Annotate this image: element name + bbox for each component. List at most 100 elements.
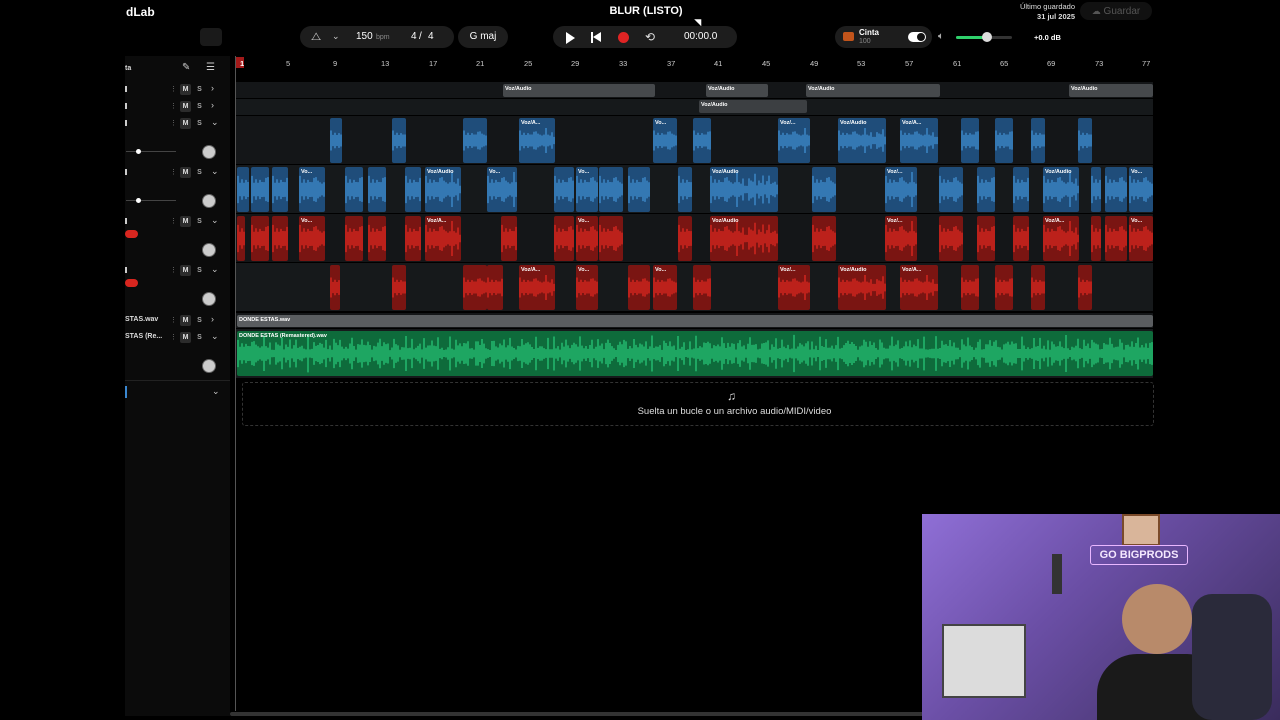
- audio-clip[interactable]: [939, 167, 963, 212]
- track-volume-knob[interactable]: [136, 198, 141, 203]
- audio-clip[interactable]: Voz/A...: [900, 118, 938, 163]
- volume-knob[interactable]: [981, 32, 992, 42]
- audio-clip[interactable]: [554, 216, 574, 261]
- mute-button[interactable]: M: [180, 118, 191, 129]
- mute-button[interactable]: M: [180, 265, 191, 276]
- track-menu-icon[interactable]: ⋮: [170, 102, 177, 110]
- audio-clip[interactable]: [977, 216, 995, 261]
- speaker-icon[interactable]: 🔈︎: [938, 31, 944, 42]
- audio-clip[interactable]: Voz/...: [778, 118, 810, 163]
- mute-button[interactable]: M: [180, 84, 191, 95]
- track-menu-icon[interactable]: ⋮: [170, 316, 177, 324]
- track-menu-icon[interactable]: ⋮: [170, 168, 177, 176]
- add-track-chevron-icon[interactable]: ⌄: [212, 386, 220, 397]
- mute-button[interactable]: M: [180, 101, 191, 112]
- sliders-icon[interactable]: ☰: [206, 62, 215, 73]
- audio-clip[interactable]: [487, 265, 503, 310]
- audio-clip[interactable]: [1078, 118, 1092, 163]
- audio-clip[interactable]: [251, 216, 269, 261]
- audio-clip[interactable]: Vo...: [576, 265, 598, 310]
- audio-clip[interactable]: Vo...: [653, 118, 677, 163]
- audio-clip[interactable]: Vo...: [1129, 216, 1153, 261]
- audio-clip[interactable]: [392, 265, 406, 310]
- track-lane[interactable]: [235, 82, 1153, 98]
- track-expand-chevron-icon[interactable]: ›: [211, 83, 214, 93]
- audio-clip[interactable]: Voz/Audio: [710, 167, 778, 212]
- audio-clip[interactable]: [237, 216, 245, 261]
- audio-clip[interactable]: Vo...: [576, 216, 598, 261]
- audio-clip[interactable]: Voz/...: [885, 167, 917, 212]
- audio-clip[interactable]: Voz/Audio: [706, 84, 768, 97]
- drop-zone[interactable]: [242, 382, 1154, 426]
- audio-clip[interactable]: Voz/Audio: [838, 118, 886, 163]
- menu-toggle-button[interactable]: [200, 28, 222, 46]
- audio-clip[interactable]: [599, 216, 623, 261]
- pan-knob[interactable]: [202, 194, 216, 208]
- audio-clip[interactable]: Vo...: [299, 216, 325, 261]
- audio-clip[interactable]: [1105, 216, 1127, 261]
- track-expand-chevron-icon[interactable]: ›: [211, 100, 214, 110]
- audio-clip[interactable]: [961, 265, 979, 310]
- track-expand-chevron-icon[interactable]: ⌄: [211, 215, 219, 226]
- audio-clip[interactable]: Voz/A...: [900, 265, 938, 310]
- audio-clip[interactable]: Voz/Audio: [503, 84, 655, 97]
- audio-clip[interactable]: [693, 265, 711, 310]
- track-expand-chevron-icon[interactable]: ⌄: [211, 166, 219, 177]
- audio-clip[interactable]: DONDE ESTAS (Remastered).wav: [237, 331, 1153, 376]
- audio-clip[interactable]: [345, 216, 363, 261]
- audio-clip[interactable]: [812, 216, 836, 261]
- audio-clip[interactable]: [392, 118, 406, 163]
- track-lane[interactable]: [235, 99, 1153, 115]
- project-title[interactable]: BLUR (LISTO): [560, 5, 732, 17]
- audio-clip[interactable]: Vo...: [1129, 167, 1153, 212]
- audio-clip[interactable]: [272, 167, 288, 212]
- track-expand-chevron-icon[interactable]: ⌄: [211, 264, 219, 275]
- pan-knob[interactable]: [202, 243, 216, 257]
- audio-clip[interactable]: Voz/Audio: [1069, 84, 1153, 97]
- track-expand-chevron-icon[interactable]: ⌄: [211, 117, 219, 128]
- audio-clip[interactable]: [1031, 265, 1045, 310]
- audio-clip[interactable]: Voz/...: [885, 216, 917, 261]
- timeline-ruler[interactable]: [235, 56, 1153, 70]
- play-icon[interactable]: [566, 32, 575, 44]
- pan-knob[interactable]: [202, 292, 216, 306]
- audio-clip[interactable]: Voz/...: [778, 265, 810, 310]
- track-menu-icon[interactable]: ⋮: [170, 85, 177, 93]
- audio-clip[interactable]: [693, 118, 711, 163]
- track-menu-icon[interactable]: ⋮: [170, 266, 177, 274]
- audio-clip[interactable]: [1078, 265, 1092, 310]
- pan-knob[interactable]: [202, 145, 216, 159]
- playhead[interactable]: [235, 56, 236, 711]
- audio-clip[interactable]: [977, 167, 995, 212]
- audio-clip[interactable]: [1013, 216, 1029, 261]
- record-icon[interactable]: [618, 32, 629, 43]
- pan-knob[interactable]: [202, 359, 216, 373]
- audio-clip[interactable]: [237, 167, 249, 212]
- audio-clip[interactable]: [251, 167, 269, 212]
- solo-button[interactable]: S: [194, 118, 205, 129]
- solo-button[interactable]: S: [194, 265, 205, 276]
- track-menu-icon[interactable]: ⋮: [170, 333, 177, 341]
- audio-clip[interactable]: [463, 265, 487, 310]
- time-signature-denominator[interactable]: 4: [428, 31, 434, 42]
- audio-clip[interactable]: Voz/A...: [519, 265, 555, 310]
- audio-clip[interactable]: [812, 167, 836, 212]
- audio-clip[interactable]: [405, 216, 421, 261]
- track-row[interactable]: [125, 83, 230, 97]
- audio-clip[interactable]: [501, 216, 517, 261]
- audio-clip[interactable]: Vo...: [487, 167, 517, 212]
- audio-clip[interactable]: [1091, 216, 1101, 261]
- metronome-icon[interactable]: ⧍: [311, 31, 321, 44]
- wrench-icon[interactable]: ✎: [182, 62, 190, 73]
- audio-clip[interactable]: [554, 167, 574, 212]
- solo-button[interactable]: S: [194, 101, 205, 112]
- audio-clip[interactable]: [599, 167, 623, 212]
- solo-button[interactable]: S: [194, 84, 205, 95]
- audio-clip[interactable]: [330, 265, 340, 310]
- solo-button[interactable]: S: [194, 216, 205, 227]
- solo-button[interactable]: S: [194, 167, 205, 178]
- audio-clip[interactable]: Vo...: [299, 167, 325, 212]
- audio-clip[interactable]: [678, 167, 692, 212]
- track-expand-chevron-icon[interactable]: ⌄: [211, 331, 219, 342]
- audio-clip[interactable]: [368, 216, 386, 261]
